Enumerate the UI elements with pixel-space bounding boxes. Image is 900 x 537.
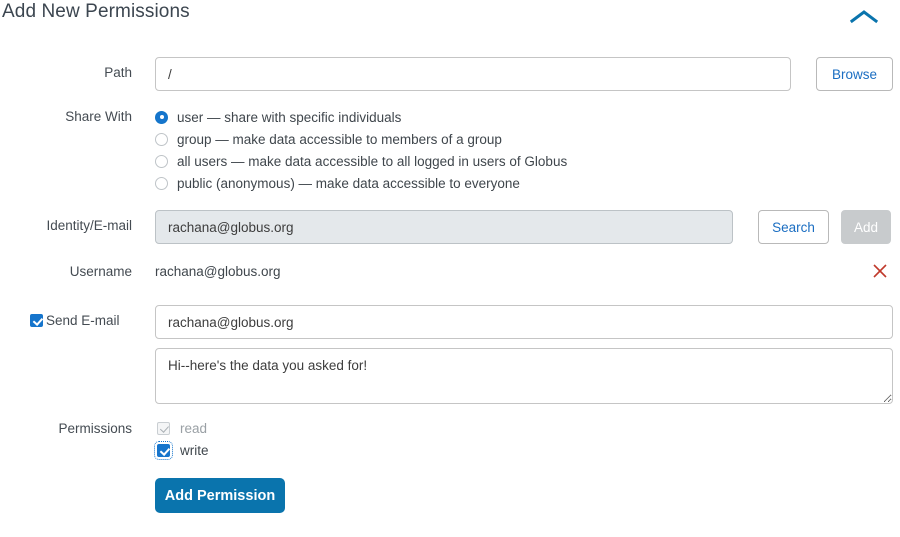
share-with-radio-group: user — share with specific individuals g… [155,107,567,195]
send-email-label: Send E-mail [46,313,120,328]
username-row: Username rachana@globus.org [0,262,900,284]
share-with-option-group[interactable]: group — make data accessible to members … [155,129,567,149]
permission-read-toggle[interactable]: read [157,421,207,436]
checkbox-icon-send-email[interactable] [30,314,43,327]
send-email-address-input[interactable] [155,305,893,339]
add-new-permissions-panel: Add New Permissions Path Browse Share Wi… [0,0,900,537]
close-icon [871,262,889,285]
permission-write-label: write [180,443,209,458]
email-message-textarea[interactable]: Hi--here's the data you asked for! [155,348,893,404]
share-with-option-public[interactable]: public (anonymous) — make data accessibl… [155,173,567,193]
radio-icon-user[interactable] [155,110,168,124]
add-identity-button[interactable]: Add [841,210,891,244]
identity-label: Identity/E-mail [46,218,132,233]
checkbox-icon-read[interactable] [157,422,170,435]
chevron-up-icon [849,9,879,30]
permission-write-toggle[interactable]: write [154,441,209,460]
username-label: Username [69,264,132,279]
panel-header: Add New Permissions [0,0,900,36]
share-with-option-user[interactable]: user — share with specific individuals [155,107,567,127]
send-email-toggle[interactable]: Send E-mail [30,313,120,328]
path-label: Path [104,65,132,80]
checkbox-icon-write[interactable] [154,441,173,460]
email-message-row: Hi--here's the data you asked for! [0,348,900,404]
identity-input[interactable] [155,210,733,244]
remove-username-button[interactable] [869,262,891,284]
identity-row: Identity/E-mail Search Add [0,210,900,244]
share-with-option-all-users[interactable]: all users — make data accessible to all … [155,151,567,171]
path-row: Path Browse [0,57,900,91]
radio-icon-group[interactable] [155,132,168,146]
permissions-label: Permissions [58,421,132,436]
share-with-label: Share With [65,109,132,124]
share-with-option-user-label: user — share with specific individuals [177,109,402,125]
path-input[interactable] [155,57,791,91]
radio-icon-public[interactable] [155,176,168,190]
search-identity-button[interactable]: Search [758,210,829,244]
add-permission-button[interactable]: Add Permission [155,478,285,513]
collapse-panel-button[interactable] [842,6,886,32]
username-value: rachana@globus.org [155,264,281,279]
share-with-option-group-label: group — make data accessible to members … [177,131,502,147]
radio-icon-all-users[interactable] [155,154,168,168]
browse-button[interactable]: Browse [816,57,893,91]
share-with-option-public-label: public (anonymous) — make data accessibl… [177,175,520,191]
share-with-option-all-users-label: all users — make data accessible to all … [177,153,568,169]
page-title: Add New Permissions [2,1,190,22]
send-email-row: Send E-mail [0,305,900,339]
permission-read-label: read [180,421,208,436]
